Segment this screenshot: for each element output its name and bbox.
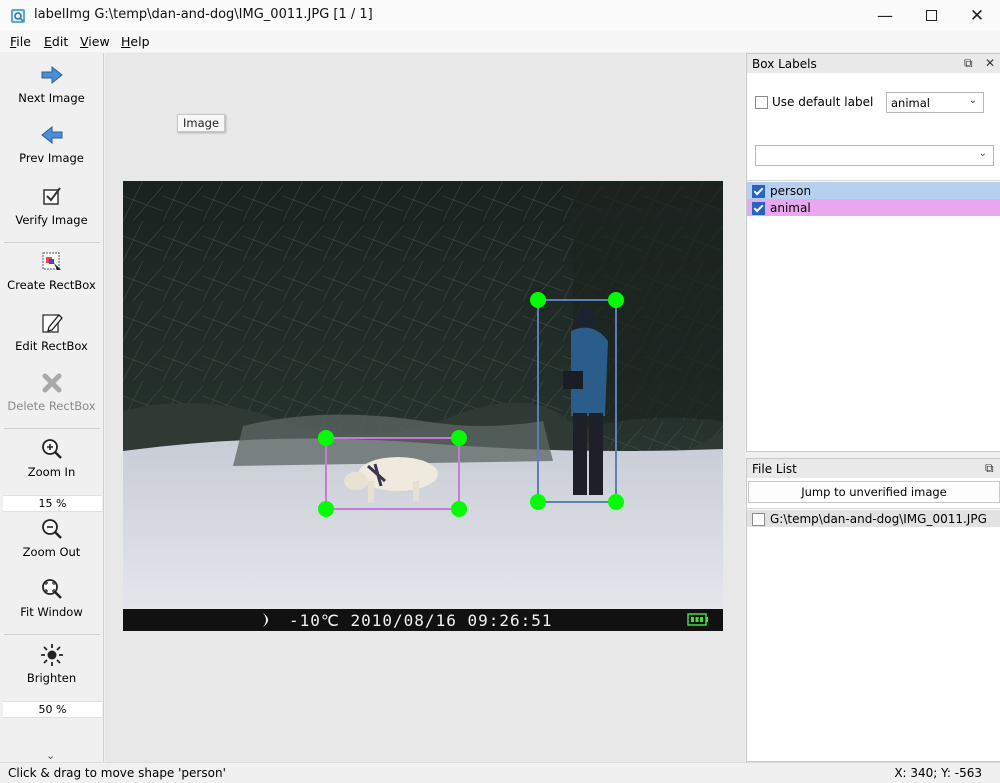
edit-rectbox-button[interactable]: Edit RectBox	[0, 311, 103, 353]
brightness-value-spinbox[interactable]: 50 %	[3, 701, 102, 718]
bbox-person-vertex[interactable]	[608, 494, 624, 510]
fit-window-button[interactable]: Fit Window	[0, 577, 103, 619]
menu-edit[interactable]: Edit	[44, 34, 68, 49]
dock-float-icon[interactable]: ⧉	[985, 461, 994, 476]
brighten-button[interactable]: Brighten	[0, 643, 103, 685]
maximize-icon	[925, 10, 937, 21]
canvas-tooltip: Image	[177, 114, 226, 132]
status-message: Click & drag to move shape 'person'	[8, 766, 226, 780]
file-verified-checkbox[interactable]	[752, 513, 765, 526]
bbox-person-vertex[interactable]	[608, 292, 624, 308]
close-button[interactable]: ✕	[954, 0, 1000, 31]
bbox-person-vertex[interactable]	[530, 494, 546, 510]
edit-pencil-icon	[41, 314, 63, 333]
verify-image-button[interactable]: Verify Image	[0, 185, 103, 227]
label-list-item[interactable]: person	[747, 182, 1000, 199]
bbox-person-vertex[interactable]	[530, 292, 546, 308]
minimize-button[interactable]: —	[862, 0, 908, 31]
photo-osd-text: -10℃ 2010/08/16 09:26:51	[289, 611, 553, 630]
close-icon: ✕	[969, 5, 985, 26]
box-labels-title: Box Labels	[752, 57, 817, 71]
zoom-in-icon	[41, 439, 62, 459]
next-image-button[interactable]: Next Image	[0, 63, 103, 105]
toolbar-extension-icon[interactable]: ⌄	[46, 749, 55, 762]
maximize-button[interactable]	[908, 0, 954, 31]
annotated-image[interactable]: -10℃ 2010/08/16 09:26:51	[123, 181, 723, 631]
file-list-header: File List ⧉	[747, 459, 1000, 478]
sun-icon	[40, 644, 63, 666]
create-rectbox-icon	[42, 252, 61, 270]
prev-arrow-icon	[40, 125, 62, 145]
zoom-value-spinbox[interactable]: 15 %	[3, 495, 102, 512]
box-labels-header: Box Labels ⧉ ✕	[747, 54, 1000, 73]
menu-view[interactable]: View	[80, 34, 110, 49]
title-bar: labelImg G:\temp\dan-and-dog\IMG_0011.JP…	[0, 0, 1000, 31]
file-list	[747, 508, 1000, 761]
label-list	[747, 180, 1000, 451]
left-toolbar: Next Image Prev Image Verify Image Creat…	[0, 53, 104, 762]
use-default-label-text: Use default label	[772, 95, 874, 109]
delete-rectbox-button[interactable]: Delete RectBox	[0, 371, 103, 413]
bbox-animal-vertex[interactable]	[318, 430, 334, 446]
label-visibility-checkbox[interactable]	[752, 202, 765, 215]
delete-cross-icon	[42, 373, 61, 393]
menu-help[interactable]: Help	[121, 34, 150, 49]
fit-window-icon	[41, 579, 62, 599]
use-default-label-checkbox[interactable]	[755, 96, 768, 109]
toolbar-separator	[4, 428, 100, 429]
status-bar: Click & drag to move shape 'person' X: 3…	[0, 762, 1000, 783]
jump-to-unverified-button[interactable]: Jump to unverified image	[748, 481, 1000, 503]
default-label-combobox[interactable]: animal ⌄	[886, 92, 984, 113]
menu-bar: File Edit View Help	[0, 31, 1000, 52]
chevron-down-icon: ⌄	[978, 148, 987, 159]
bbox-animal-vertex[interactable]	[451, 430, 467, 446]
cursor-coordinates: X: 340; Y: -563	[894, 766, 982, 780]
zoom-out-icon	[41, 519, 62, 539]
toolbar-separator	[4, 634, 100, 635]
verify-check-icon	[42, 187, 61, 205]
create-rectbox-button[interactable]: Create RectBox	[0, 250, 103, 292]
file-list-title: File List	[752, 462, 797, 476]
dock-float-icon[interactable]: ⧉	[964, 56, 973, 71]
prev-image-button[interactable]: Prev Image	[0, 123, 103, 165]
label-list-item[interactable]: animal	[747, 199, 1000, 216]
toolbar-separator	[4, 242, 100, 243]
file-list-item[interactable]: G:\temp\dan-and-dog\IMG_0011.JPG	[747, 510, 1000, 527]
menu-file[interactable]: File	[10, 34, 31, 49]
label-filter-combobox[interactable]: ⌄	[755, 145, 994, 166]
bbox-animal-vertex[interactable]	[318, 501, 334, 517]
zoom-out-button[interactable]: Zoom Out	[0, 517, 103, 559]
next-arrow-icon	[41, 65, 63, 85]
window-title: labelImg G:\temp\dan-and-dog\IMG_0011.JP…	[34, 7, 373, 22]
zoom-in-button[interactable]: Zoom In	[0, 437, 103, 479]
minimize-icon: —	[877, 6, 893, 25]
label-visibility-checkbox[interactable]	[752, 185, 765, 198]
dock-close-icon[interactable]: ✕	[985, 56, 995, 70]
labelimg-app-icon	[11, 9, 25, 23]
bbox-animal-vertex[interactable]	[451, 501, 467, 517]
chevron-down-icon: ⌄	[968, 95, 977, 106]
